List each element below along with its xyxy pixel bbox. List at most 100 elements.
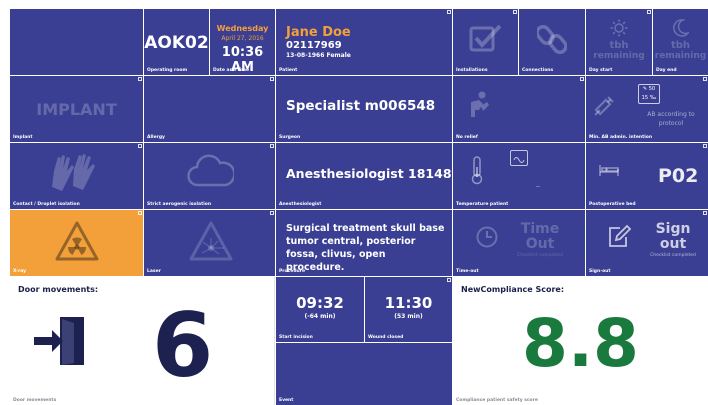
day-start-line1: tbh [609, 40, 629, 51]
wound-closed-time: 11:30 [384, 294, 433, 312]
day-start-line2: remaining [593, 51, 645, 61]
bed-icon [599, 165, 619, 176]
timeout-caption: Time-out [456, 269, 479, 274]
signout-tile[interactable]: Sign out Checklist completed Sign-out [586, 210, 708, 276]
patient-name: Jane Doe [286, 25, 351, 40]
no-relief-tile[interactable]: No relief [453, 76, 585, 142]
temperature-caption: Temperature patient [456, 202, 509, 207]
implant-tile[interactable]: IMPLANT Implant [10, 76, 143, 142]
installations-tile[interactable]: Installations [453, 9, 518, 75]
signout-caption: Sign-out [589, 269, 611, 274]
postoperative-bed-tile[interactable]: P02 Postoperative bed [586, 143, 708, 209]
moon-icon [673, 19, 689, 37]
implant-caption: Implant [13, 135, 33, 140]
no-relief-caption: No relief [456, 135, 478, 140]
anesthesiologist-tile[interactable]: Anesthesiologist 18148 Anesthesiologist [276, 143, 452, 209]
dose-box: ✎ 50 15 ‰ [638, 84, 660, 104]
wound-closed-caption: Wound closed [368, 335, 404, 340]
day-end-tile[interactable]: tbh remaining Day end [653, 9, 708, 75]
checkbox-icon [469, 24, 502, 52]
cloud-icon [187, 154, 234, 187]
anesthesiologist-value: Anesthesiologist 18148 [286, 166, 452, 181]
procedure-tile[interactable]: Surgical treatment skull base tumor cent… [276, 210, 452, 276]
empty-tile [10, 9, 143, 75]
timeout-line1: Time [520, 221, 560, 237]
expand-corner-icon [270, 144, 274, 148]
day-start-caption: Day start [589, 68, 613, 73]
compliance-score-title: NewCompliance Score: [461, 285, 565, 294]
expand-corner-icon [270, 211, 274, 215]
laser-tile[interactable]: Laser [144, 210, 275, 276]
timeout-sub: Checklist completed [517, 253, 563, 258]
syringe-icon [594, 96, 614, 116]
person-relief-icon [471, 91, 489, 117]
sun-icon [610, 19, 628, 37]
link-icon [537, 24, 567, 55]
expand-corner-icon [647, 10, 651, 14]
datetime-tile[interactable]: Wednesday April 27, 2016 10:36 AM Date a… [210, 9, 275, 75]
antibiotics-caption: Min. AB admin. intention [589, 135, 653, 140]
day-end-caption: Day end [656, 68, 677, 73]
wound-closed-delta: (53 min) [394, 313, 423, 320]
event-caption: Event [279, 398, 294, 403]
signout-sub: Checklist completed [650, 253, 696, 258]
strict-isolation-tile[interactable]: Strict aerogenic isolation [144, 143, 275, 209]
patient-tile[interactable]: Jane Doe 02117969 13-08-1966 Female Pati… [276, 9, 452, 75]
expand-corner-icon [138, 77, 142, 81]
strict-isolation-caption: Strict aerogenic isolation [147, 202, 212, 207]
timeout-tile[interactable]: Time Out Checklist completed Time-out [453, 210, 585, 276]
expand-corner-icon [138, 211, 142, 215]
compliance-score-tile[interactable]: NewCompliance Score: 8.8 Compliance pati… [453, 277, 708, 405]
temperature-box-icon [510, 150, 528, 166]
operating-room-value: AOK02 [144, 33, 209, 53]
expand-corner-icon [447, 10, 451, 14]
start-incision-time: 09:32 [296, 294, 344, 312]
installations-caption: Installations [456, 68, 488, 73]
postoperative-bed-caption: Postoperative bed [589, 202, 636, 207]
laser-caption: Laser [147, 269, 161, 274]
event-tile[interactable]: Event [276, 343, 452, 405]
start-incision-tile[interactable]: 09:32 (-64 min) Start incision [276, 277, 364, 342]
door-movements-title: Door movements: [18, 285, 99, 294]
operating-room-tile[interactable]: AOK02 Operating room [144, 9, 209, 75]
signout-line1: Sign [655, 221, 691, 237]
allergy-tile[interactable]: Allergy [144, 76, 275, 142]
door-movements-tile[interactable]: Door movements: 6 Door movements [10, 277, 275, 405]
expand-corner-icon [703, 77, 707, 81]
door-enter-icon [34, 317, 84, 365]
contact-isolation-tile[interactable]: Contact / Droplet isolation [10, 143, 143, 209]
surgeon-caption: Surgeon [279, 135, 301, 140]
day-start-tile[interactable]: tbh remaining Day start [586, 9, 652, 75]
laser-icon [189, 221, 233, 261]
radiation-icon [55, 221, 99, 261]
door-movements-value: 6 [152, 294, 214, 397]
operating-room-caption: Operating room [147, 68, 188, 73]
door-movements-caption: Door movements [13, 398, 57, 403]
expand-corner-icon [580, 77, 584, 81]
xray-tile[interactable]: X-ray [10, 210, 143, 276]
temperature-tile[interactable]: -- Temperature patient [453, 143, 585, 209]
clock-icon [476, 226, 498, 248]
expand-corner-icon [513, 10, 517, 14]
expand-corner-icon [703, 211, 707, 215]
signout-line2: out [659, 236, 687, 252]
expand-corner-icon [447, 278, 451, 282]
postoperative-bed-value: P02 [658, 165, 699, 187]
gloves-icon [52, 154, 95, 191]
surgeon-tile[interactable]: Specialist m006548 Surgeon [276, 76, 452, 142]
weekday: Wednesday [216, 24, 269, 33]
implant-value: IMPLANT [36, 100, 117, 119]
antibiotics-tile[interactable]: ✎ 50 15 ‰ AB according to protocol Min. … [586, 76, 708, 142]
wound-closed-tile[interactable]: 11:30 (53 min) Wound closed [365, 277, 452, 342]
timeout-line2: Out [525, 236, 555, 252]
day-end-line2: remaining [654, 51, 707, 61]
temperature-value: -- [536, 183, 541, 190]
connections-tile[interactable]: Connections [519, 9, 585, 75]
compliance-score-caption: Compliance patient safety score [456, 398, 538, 403]
dose-box-bottom: 15 ‰ [641, 95, 657, 101]
date: April 27, 2016 [221, 35, 264, 42]
anesthesiologist-caption: Anesthesiologist [279, 202, 322, 207]
expand-corner-icon [138, 144, 142, 148]
surgeon-value: Specialist m006548 [286, 98, 436, 114]
expand-corner-icon [703, 144, 707, 148]
